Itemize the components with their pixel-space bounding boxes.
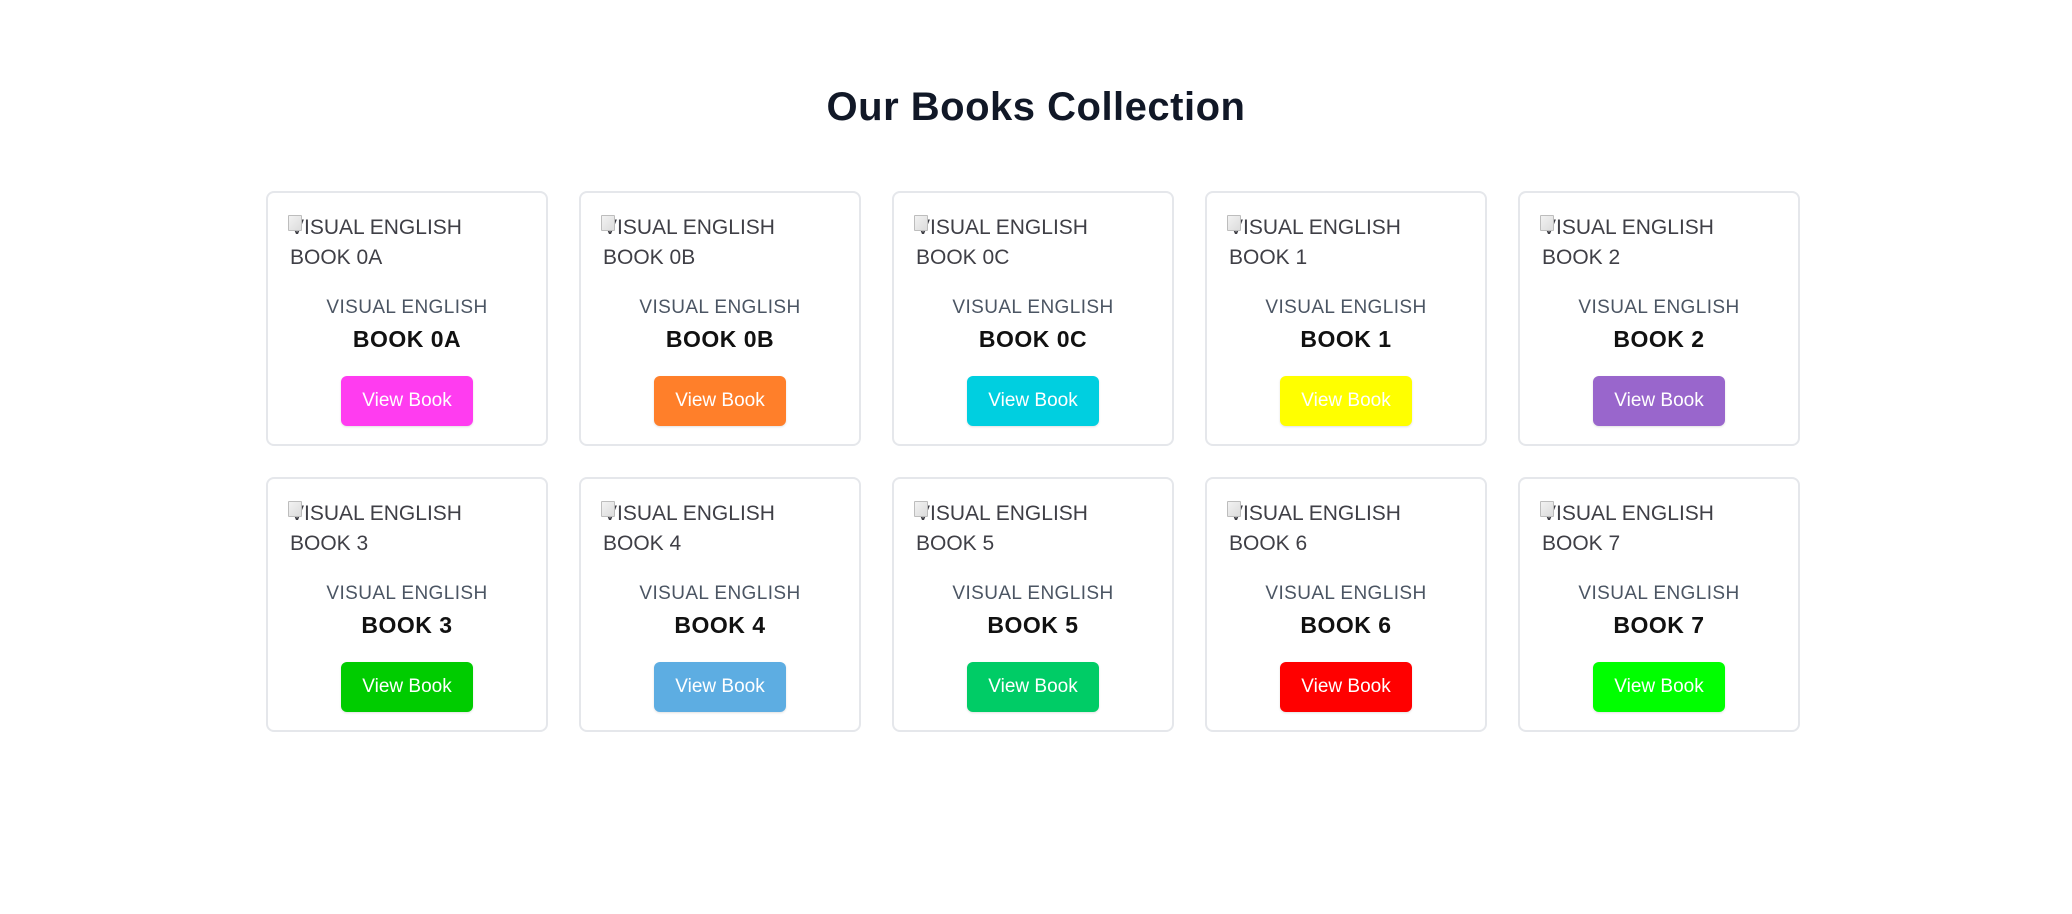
cover-alt-line1: VISUAL ENGLISH [290,502,462,525]
book-card: VISUAL ENGLISH BOOK 3 VISUAL ENGLISH BOO… [266,477,548,732]
book-name: BOOK 3 [361,612,453,638]
cover-alt-line1: VISUAL ENGLISH [290,216,462,239]
broken-image-icon [1540,501,1554,517]
cover-alt-line2: BOOK 2 [1542,246,1621,269]
cover-alt-line1: VISUAL ENGLISH [1229,502,1401,525]
book-series: VISUAL ENGLISH [952,583,1114,604]
cover-alt-line2: BOOK 1 [1229,246,1308,269]
book-name: BOOK 0C [978,326,1088,352]
cover-alt-line2: BOOK 7 [1542,532,1621,555]
books-grid: VISUAL ENGLISH BOOK 0A VISUAL ENGLISH BO… [266,191,1800,732]
broken-image-icon [601,501,615,517]
cover-alt-line2: BOOK 5 [916,532,995,555]
book-series: VISUAL ENGLISH [326,297,488,318]
cover-alt-line1: VISUAL ENGLISH [1542,216,1714,239]
book-cover-image: VISUAL ENGLISH BOOK 4 [601,499,839,561]
book-name: BOOK 2 [1613,326,1705,352]
book-series: VISUAL ENGLISH [1265,583,1427,604]
book-name: BOOK 7 [1613,612,1705,638]
cover-alt-line1: VISUAL ENGLISH [603,502,775,525]
book-name: BOOK 0B [665,326,775,352]
book-series: VISUAL ENGLISH [1578,583,1740,604]
broken-image-icon [914,501,928,517]
book-cover-image: VISUAL ENGLISH BOOK 2 [1540,213,1778,275]
view-book-button[interactable]: View Book [1280,662,1412,712]
book-name: BOOK 1 [1300,326,1392,352]
book-cover-image: VISUAL ENGLISH BOOK 1 [1227,213,1465,275]
view-book-button[interactable]: View Book [654,376,786,426]
cover-alt-line1: VISUAL ENGLISH [1542,502,1714,525]
view-book-button[interactable]: View Book [341,662,473,712]
broken-image-icon [1227,215,1241,231]
book-cover-image: VISUAL ENGLISH BOOK 7 [1540,499,1778,561]
book-card: VISUAL ENGLISH BOOK 0A VISUAL ENGLISH BO… [266,191,548,446]
cover-alt-line2: BOOK 6 [1229,532,1308,555]
book-cover-image: VISUAL ENGLISH BOOK 6 [1227,499,1465,561]
cover-alt-line1: VISUAL ENGLISH [916,502,1088,525]
book-name: BOOK 0A [352,326,462,352]
book-card: VISUAL ENGLISH BOOK 5 VISUAL ENGLISH BOO… [892,477,1174,732]
book-cover-image: VISUAL ENGLISH BOOK 0C [914,213,1152,275]
view-book-button[interactable]: View Book [1593,662,1725,712]
broken-image-icon [1540,215,1554,231]
book-series: VISUAL ENGLISH [952,297,1114,318]
view-book-button[interactable]: View Book [341,376,473,426]
book-card: VISUAL ENGLISH BOOK 1 VISUAL ENGLISH BOO… [1205,191,1487,446]
cover-alt-line2: BOOK 0A [290,246,383,269]
book-card: VISUAL ENGLISH BOOK 2 VISUAL ENGLISH BOO… [1518,191,1800,446]
book-series: VISUAL ENGLISH [326,583,488,604]
book-cover-image: VISUAL ENGLISH BOOK 3 [288,499,526,561]
cover-alt-line2: BOOK 0C [916,246,1010,269]
book-name: BOOK 4 [674,612,766,638]
view-book-button[interactable]: View Book [1280,376,1412,426]
cover-alt-line1: VISUAL ENGLISH [916,216,1088,239]
broken-image-icon [288,215,302,231]
book-name: BOOK 6 [1300,612,1392,638]
cover-alt-line2: BOOK 0B [603,246,696,269]
book-cover-image: VISUAL ENGLISH BOOK 5 [914,499,1152,561]
book-series: VISUAL ENGLISH [639,583,801,604]
book-card: VISUAL ENGLISH BOOK 6 VISUAL ENGLISH BOO… [1205,477,1487,732]
view-book-button[interactable]: View Book [967,662,1099,712]
view-book-button[interactable]: View Book [654,662,786,712]
book-series: VISUAL ENGLISH [639,297,801,318]
broken-image-icon [914,215,928,231]
broken-image-icon [288,501,302,517]
cover-alt-line1: VISUAL ENGLISH [603,216,775,239]
book-card: VISUAL ENGLISH BOOK 0B VISUAL ENGLISH BO… [579,191,861,446]
cover-alt-line2: BOOK 4 [603,532,682,555]
book-cover-image: VISUAL ENGLISH BOOK 0B [601,213,839,275]
cover-alt-line2: BOOK 3 [290,532,369,555]
page-title: Our Books Collection [826,85,1246,129]
book-series: VISUAL ENGLISH [1265,297,1427,318]
book-card: VISUAL ENGLISH BOOK 0C VISUAL ENGLISH BO… [892,191,1174,446]
book-card: VISUAL ENGLISH BOOK 7 VISUAL ENGLISH BOO… [1518,477,1800,732]
book-name: BOOK 5 [987,612,1079,638]
view-book-button[interactable]: View Book [1593,376,1725,426]
book-card: VISUAL ENGLISH BOOK 4 VISUAL ENGLISH BOO… [579,477,861,732]
broken-image-icon [601,215,615,231]
broken-image-icon [1227,501,1241,517]
book-series: VISUAL ENGLISH [1578,297,1740,318]
view-book-button[interactable]: View Book [967,376,1099,426]
book-cover-image: VISUAL ENGLISH BOOK 0A [288,213,526,275]
cover-alt-line1: VISUAL ENGLISH [1229,216,1401,239]
